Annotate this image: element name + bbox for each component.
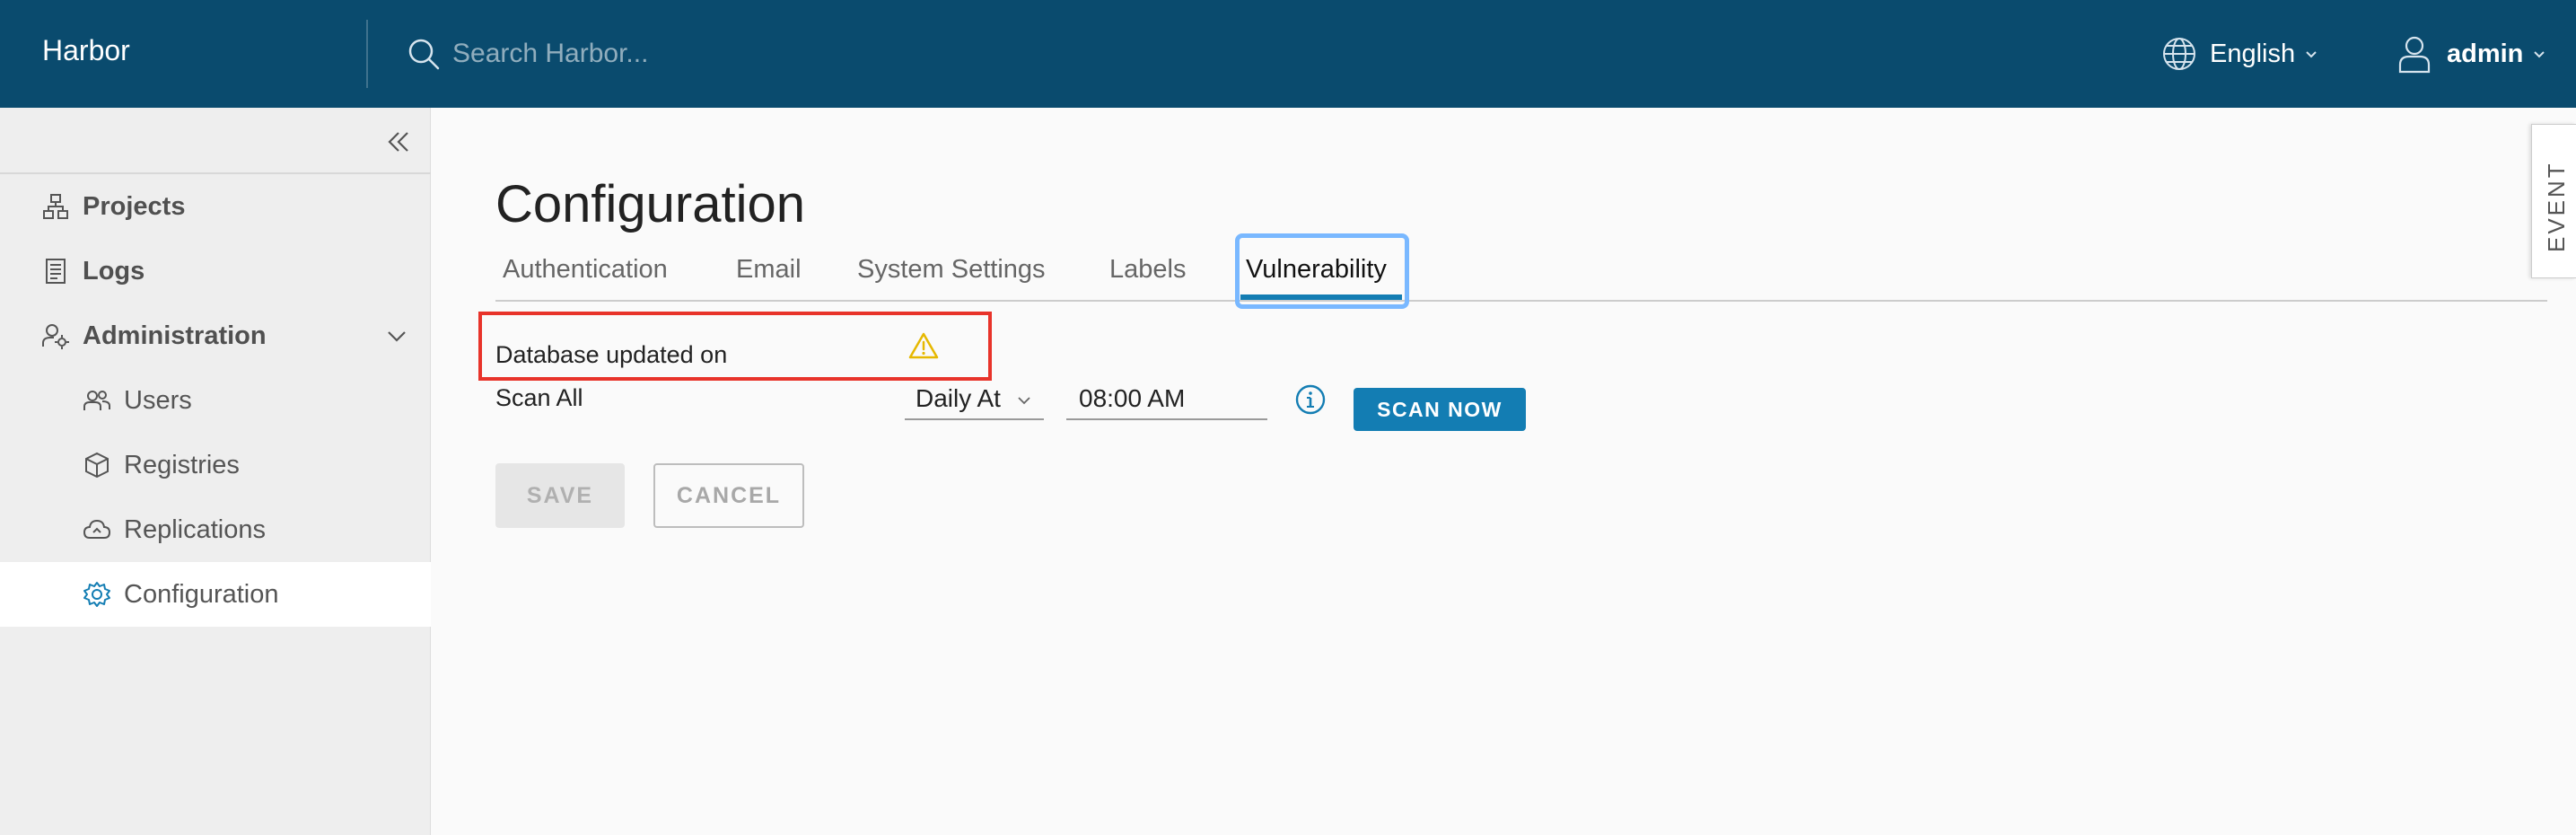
administration-icon <box>41 321 70 350</box>
tab-system-settings[interactable]: System Settings <box>857 255 1046 285</box>
search-icon <box>408 39 440 70</box>
save-button[interactable]: SAVE <box>495 463 625 528</box>
language-label: English <box>2210 39 2296 68</box>
cancel-button[interactable]: CANCEL <box>653 463 804 528</box>
sidebar-item-label: Registries <box>124 450 240 479</box>
sidebar-item-logs[interactable]: Logs <box>0 239 431 303</box>
username-label: admin <box>2447 39 2524 68</box>
scan-all-label: Scan All <box>495 384 583 411</box>
projects-icon <box>41 192 70 221</box>
configuration-icon <box>83 580 111 609</box>
top-header: Harbor English admin <box>0 0 2576 108</box>
sidebar-item-label: Logs <box>83 256 145 286</box>
info-icon[interactable] <box>1294 383 1327 416</box>
chevron-down-icon <box>1018 397 1030 405</box>
users-icon <box>83 386 111 415</box>
schedule-value: Daily At <box>916 384 1001 412</box>
tab-labels[interactable]: Labels <box>1109 255 1186 285</box>
sidebar-item-label: Replications <box>124 514 266 544</box>
sidebar-item-registries[interactable]: Registries <box>0 433 431 497</box>
active-tab-indicator <box>1240 294 1402 300</box>
tab-email[interactable]: Email <box>736 255 802 285</box>
global-search[interactable] <box>406 34 1034 74</box>
registries-icon <box>83 451 111 479</box>
tab-authentication[interactable]: Authentication <box>503 255 668 285</box>
chevron-down-icon[interactable] <box>384 323 409 348</box>
logs-icon <box>41 257 70 286</box>
sidebar-item-configuration[interactable]: Configuration <box>0 562 431 627</box>
page-title: Configuration <box>495 175 805 233</box>
scan-time-input[interactable] <box>1066 379 1267 418</box>
warning-icon <box>908 332 939 359</box>
replications-icon <box>83 515 111 544</box>
user-icon <box>2398 36 2431 74</box>
sidebar-item-label: Administration <box>83 321 267 350</box>
search-input[interactable] <box>452 39 991 69</box>
scan-time-field[interactable] <box>1066 379 1267 420</box>
schedule-select[interactable]: Daily At <box>905 379 1044 420</box>
sidebar-item-projects[interactable]: Projects <box>0 174 431 239</box>
tab-vulnerability[interactable]: Vulnerability <box>1246 255 1387 285</box>
scan-now-button[interactable]: SCAN NOW <box>1354 388 1526 431</box>
database-updated-label: Database updated on <box>495 341 728 368</box>
sidebar-item-replications[interactable]: Replications <box>0 497 431 562</box>
sidebar-item-label: Projects <box>83 191 186 221</box>
chevron-down-icon <box>2534 51 2545 58</box>
user-menu[interactable]: admin <box>2396 32 2546 75</box>
header-divider <box>366 20 368 88</box>
sidebar-item-administration[interactable]: Administration <box>0 303 431 368</box>
config-tabs: Authentication Email System Settings Lab… <box>495 233 2547 309</box>
sidebar-item-label: Users <box>124 385 192 415</box>
collapse-sidebar-icon[interactable] <box>384 127 413 156</box>
globe-icon <box>2163 38 2195 70</box>
event-panel-tab[interactable]: EVENT <box>2531 124 2576 278</box>
language-selector[interactable]: English <box>2161 32 2318 75</box>
sidebar-item-label: Configuration <box>124 579 279 609</box>
sidebar-item-users[interactable]: Users <box>0 368 431 433</box>
chevron-down-icon <box>2306 51 2317 58</box>
brand-title[interactable]: Harbor <box>42 34 130 67</box>
sidebar: Projects Logs Administration Users Regis… <box>0 108 431 835</box>
event-tab-label: EVENT <box>2543 161 2570 252</box>
